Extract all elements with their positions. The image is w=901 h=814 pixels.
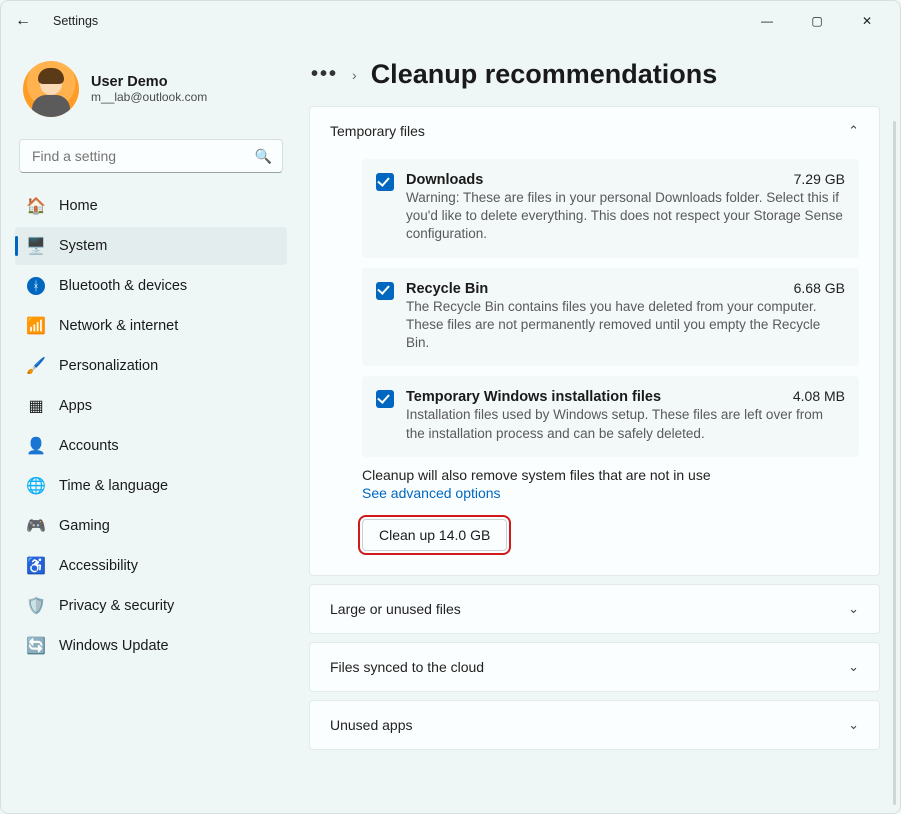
- cleanup-button[interactable]: Clean up 14.0 GB: [362, 519, 507, 551]
- maximize-button[interactable]: ▢: [802, 14, 832, 28]
- main-content: ••• › Cleanup recommendations Temporary …: [301, 41, 900, 813]
- option-description: Warning: These are files in your persona…: [406, 189, 845, 244]
- checkbox[interactable]: [376, 282, 394, 300]
- sidebar-item-personalization[interactable]: 🖌️ Personalization: [15, 347, 287, 385]
- sidebar-item-label: System: [59, 238, 107, 254]
- option-size: 4.08 MB: [793, 388, 845, 404]
- advanced-options-link[interactable]: See advanced options: [362, 485, 501, 501]
- temporary-files-header[interactable]: Temporary files ⌃: [310, 107, 879, 155]
- checkbox[interactable]: [376, 173, 394, 191]
- gaming-icon: 🎮: [27, 517, 45, 535]
- sidebar-item-label: Bluetooth & devices: [59, 278, 187, 294]
- search-icon[interactable]: 🔍: [255, 148, 272, 165]
- accessibility-icon: ♿: [27, 557, 45, 575]
- card-title: Large or unused files: [330, 601, 461, 617]
- chevron-down-icon: ⌄: [848, 659, 859, 675]
- home-icon: 🏠: [27, 197, 45, 215]
- profile-email: m__lab@outlook.com: [91, 90, 207, 104]
- close-button[interactable]: ✕: [852, 14, 882, 28]
- cleanup-option: Temporary Windows installation files 4.0…: [362, 376, 859, 456]
- personalization-icon: 🖌️: [27, 357, 45, 375]
- sidebar-item-gaming[interactable]: 🎮 Gaming: [15, 507, 287, 545]
- collapsed-card: Large or unused files ⌄: [309, 584, 880, 634]
- option-title: Recycle Bin: [406, 281, 488, 297]
- minimize-button[interactable]: —: [752, 14, 782, 28]
- card-header[interactable]: Unused apps ⌄: [310, 701, 879, 749]
- option-description: The Recycle Bin contains files you have …: [406, 298, 845, 353]
- network-icon: 📶: [27, 317, 45, 335]
- nav-list: 🏠 Home🖥️ Systemᚼ Bluetooth & devices📶 Ne…: [15, 187, 287, 665]
- sidebar-item-accessibility[interactable]: ♿ Accessibility: [15, 547, 287, 585]
- temporary-files-card: Temporary files ⌃ Downloads 7.29 GB Warn…: [309, 106, 880, 576]
- sidebar-item-time-language[interactable]: 🌐 Time & language: [15, 467, 287, 505]
- card-header[interactable]: Files synced to the cloud ⌄: [310, 643, 879, 691]
- accounts-icon: 👤: [27, 437, 45, 455]
- sidebar-item-network-internet[interactable]: 📶 Network & internet: [15, 307, 287, 345]
- collapsed-card: Files synced to the cloud ⌄: [309, 642, 880, 692]
- app-body: User Demo m__lab@outlook.com 🔍 🏠 Home🖥️ …: [1, 41, 900, 813]
- sidebar-item-label: Windows Update: [59, 638, 169, 654]
- option-title: Downloads: [406, 172, 483, 188]
- chevron-down-icon: ⌄: [848, 717, 859, 733]
- profile-name: User Demo: [91, 74, 207, 90]
- sidebar-item-label: Network & internet: [59, 318, 178, 334]
- sidebar-item-label: Apps: [59, 398, 92, 414]
- sidebar-item-label: Gaming: [59, 518, 110, 534]
- temporary-files-body: Downloads 7.29 GB Warning: These are fil…: [310, 155, 879, 575]
- card-title: Temporary files: [330, 123, 425, 139]
- sidebar-item-label: Accessibility: [59, 558, 138, 574]
- search-box[interactable]: 🔍: [19, 139, 283, 173]
- breadcrumb-overflow-button[interactable]: •••: [311, 63, 338, 86]
- search-input[interactable]: [30, 147, 255, 165]
- page-title: Cleanup recommendations: [371, 59, 718, 90]
- settings-window: ← Settings — ▢ ✕ User Demo m__lab@outloo…: [0, 0, 901, 814]
- sidebar: User Demo m__lab@outlook.com 🔍 🏠 Home🖥️ …: [1, 41, 301, 813]
- privacy-icon: 🛡️: [27, 597, 45, 615]
- sidebar-item-windows-update[interactable]: 🔄 Windows Update: [15, 627, 287, 665]
- sidebar-item-bluetooth-devices[interactable]: ᚼ Bluetooth & devices: [15, 267, 287, 305]
- sidebar-item-label: Home: [59, 198, 98, 214]
- cleanup-option: Downloads 7.29 GB Warning: These are fil…: [362, 159, 859, 258]
- windows-update-icon: 🔄: [27, 637, 45, 655]
- option-size: 7.29 GB: [794, 171, 845, 187]
- chevron-up-icon: ⌃: [848, 123, 859, 139]
- sidebar-item-label: Privacy & security: [59, 598, 174, 614]
- avatar: [23, 61, 79, 117]
- card-header[interactable]: Large or unused files ⌄: [310, 585, 879, 633]
- cleanup-note: Cleanup will also remove system files th…: [362, 467, 859, 483]
- sidebar-item-home[interactable]: 🏠 Home: [15, 187, 287, 225]
- card-title: Unused apps: [330, 717, 413, 733]
- sidebar-item-accounts[interactable]: 👤 Accounts: [15, 427, 287, 465]
- cleanup-option: Recycle Bin 6.68 GB The Recycle Bin cont…: [362, 268, 859, 367]
- sidebar-item-label: Personalization: [59, 358, 158, 374]
- breadcrumb: ••• › Cleanup recommendations: [311, 59, 880, 90]
- checkbox[interactable]: [376, 390, 394, 408]
- sidebar-item-label: Accounts: [59, 438, 119, 454]
- sidebar-item-apps[interactable]: ▦ Apps: [15, 387, 287, 425]
- window-controls: — ▢ ✕: [752, 14, 890, 28]
- chevron-down-icon: ⌄: [848, 601, 859, 617]
- collapsed-card: Unused apps ⌄: [309, 700, 880, 750]
- sidebar-item-label: Time & language: [59, 478, 168, 494]
- sidebar-item-privacy-security[interactable]: 🛡️ Privacy & security: [15, 587, 287, 625]
- option-size: 6.68 GB: [794, 280, 845, 296]
- scrollbar[interactable]: [893, 121, 896, 805]
- chevron-right-icon: ›: [352, 67, 357, 83]
- apps-icon: ▦: [27, 397, 45, 415]
- back-button[interactable]: ←: [11, 12, 35, 30]
- title-bar: ← Settings — ▢ ✕: [1, 1, 900, 41]
- profile-block[interactable]: User Demo m__lab@outlook.com: [15, 51, 287, 135]
- bluetooth-icon: ᚼ: [27, 277, 45, 295]
- card-title: Files synced to the cloud: [330, 659, 484, 675]
- system-icon: 🖥️: [27, 237, 45, 255]
- window-title: Settings: [53, 14, 98, 28]
- option-description: Installation files used by Windows setup…: [406, 406, 845, 442]
- option-title: Temporary Windows installation files: [406, 389, 661, 405]
- time-language-icon: 🌐: [27, 477, 45, 495]
- sidebar-item-system[interactable]: 🖥️ System: [15, 227, 287, 265]
